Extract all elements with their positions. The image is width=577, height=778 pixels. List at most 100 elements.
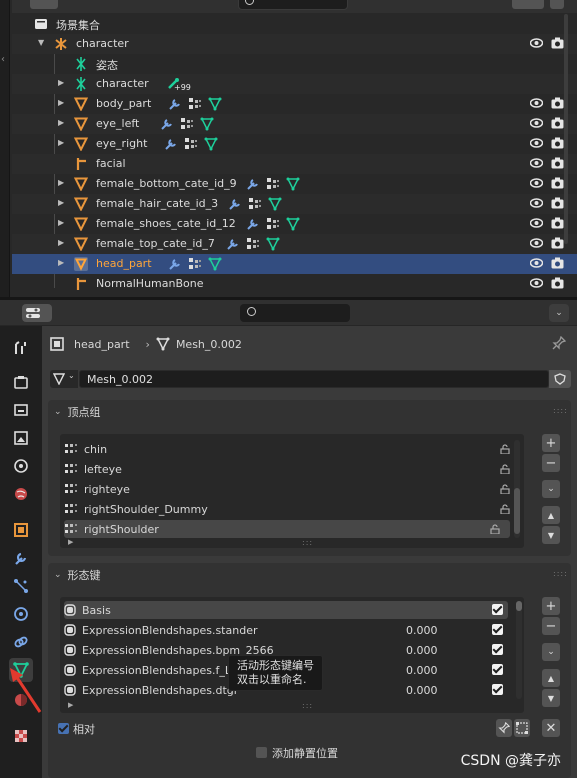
move-up-button[interactable]: ▲ <box>542 506 560 524</box>
add-shape-key-button[interactable]: + <box>542 597 560 615</box>
outliner-row-pose[interactable]: 姿态 <box>12 54 577 74</box>
expand-right-icon[interactable]: ▶ <box>58 78 64 87</box>
move-down-button[interactable]: ▼ <box>542 526 560 544</box>
list-item-selected[interactable]: Basis <box>64 601 508 619</box>
display-mode-button[interactable] <box>30 0 58 9</box>
tab-render[interactable] <box>9 370 33 394</box>
mesh-browse-button[interactable]: ⌄ <box>50 370 78 388</box>
camera-icon[interactable] <box>551 217 564 229</box>
camera-icon[interactable] <box>551 257 564 269</box>
eye-icon[interactable] <box>530 158 543 168</box>
eye-icon[interactable] <box>530 38 543 48</box>
expand-right-icon[interactable]: ▶ <box>58 238 64 247</box>
wrench-icon[interactable] <box>226 237 240 251</box>
wrench-icon[interactable] <box>160 117 174 131</box>
wrench-icon[interactable] <box>164 137 178 151</box>
outliner-row-eye-right[interactable]: ▶ eye_right <box>12 134 577 154</box>
eye-icon[interactable] <box>530 138 543 148</box>
expand-right-icon[interactable]: ▶ <box>58 218 64 227</box>
resize-handle-icon[interactable]: ::: <box>302 538 313 547</box>
expand-down-icon[interactable]: ▼ <box>38 38 44 47</box>
wrench-icon[interactable] <box>246 177 260 191</box>
expand-filter-icon[interactable]: ▶ <box>68 538 73 546</box>
unlock-icon[interactable] <box>500 444 510 454</box>
shape-key-specials-button[interactable]: ⌄ <box>542 643 560 661</box>
tab-scene[interactable] <box>9 454 33 478</box>
outliner-search-input[interactable] <box>238 0 348 10</box>
tab-view-layer[interactable] <box>9 426 33 450</box>
unlock-icon[interactable] <box>500 464 510 474</box>
relative-checkbox[interactable] <box>58 723 69 734</box>
expand-right-icon[interactable]: ▶ <box>58 198 64 207</box>
options-dropdown[interactable]: ⌄ <box>549 304 569 322</box>
resize-handle-icon[interactable]: ::: <box>302 701 313 710</box>
edit-mode-shape-button[interactable] <box>514 719 530 737</box>
outliner-row-female-shoes[interactable]: ▶ female_shoes_cate_id_12 <box>12 214 577 234</box>
tab-output[interactable] <box>9 398 33 422</box>
shape-key-mute-checkbox[interactable] <box>492 604 503 615</box>
camera-icon[interactable] <box>551 97 564 109</box>
list-item[interactable]: lefteye <box>64 460 520 478</box>
wrench-icon[interactable] <box>228 197 242 211</box>
outliner-row-facial[interactable]: facial <box>12 154 577 174</box>
wrench-icon[interactable] <box>246 217 260 231</box>
tab-particles[interactable] <box>9 574 33 598</box>
eye-icon[interactable] <box>530 258 543 268</box>
outliner-row-eye-left[interactable]: ▶ eye_left <box>12 114 577 134</box>
list-item[interactable]: chin <box>64 440 520 458</box>
expand-right-icon[interactable]: ▶ <box>58 138 64 147</box>
list-item[interactable]: rightShoulder_Dummy <box>64 500 520 518</box>
unlock-icon[interactable] <box>490 524 500 534</box>
expand-right-icon[interactable]: ▶ <box>58 98 64 107</box>
pin-shape-key-button[interactable] <box>496 719 512 737</box>
tab-texture[interactable] <box>9 724 33 748</box>
camera-icon[interactable] <box>551 117 564 129</box>
move-down-button[interactable]: ▼ <box>542 689 560 707</box>
add-vertex-group-button[interactable]: + <box>542 434 560 452</box>
eye-icon[interactable] <box>530 278 543 288</box>
unlock-icon[interactable] <box>500 484 510 494</box>
eye-icon[interactable] <box>530 178 543 188</box>
shape-key-mute-checkbox[interactable] <box>492 684 503 695</box>
camera-icon[interactable] <box>551 137 564 149</box>
list-item[interactable]: ExpressionBlendshapes.stander 0.000 <box>64 621 508 639</box>
pin-icon[interactable] <box>552 336 566 350</box>
remove-shape-key-button[interactable]: − <box>542 617 560 635</box>
shape-key-mute-checkbox[interactable] <box>492 624 503 635</box>
tab-modifiers[interactable] <box>9 546 33 570</box>
fake-user-button[interactable] <box>549 370 571 388</box>
move-up-button[interactable]: ▲ <box>542 669 560 687</box>
camera-icon[interactable] <box>551 177 564 189</box>
camera-icon[interactable] <box>551 157 564 169</box>
tab-world[interactable] <box>9 482 33 506</box>
add-rest-position-checkbox[interactable] <box>256 747 267 758</box>
mesh-name-field[interactable]: Mesh_0.002 <box>79 370 549 388</box>
tab-physics[interactable] <box>9 602 33 626</box>
shape-key-value[interactable]: 0.000 <box>406 644 438 657</box>
remove-vertex-group-button[interactable]: − <box>542 454 560 472</box>
shape-keys-header[interactable]: ⌄ 形态键 <box>54 567 101 583</box>
outliner-row-body-part[interactable]: ▶ body_part <box>12 94 577 114</box>
scene-collection-row[interactable]: 场景集合 <box>12 14 577 34</box>
clear-shape-keys-button[interactable]: ✕ <box>542 719 560 737</box>
outliner-row-female-hair[interactable]: ▶ female_hair_cate_id_3 <box>12 194 577 214</box>
eye-icon[interactable] <box>530 198 543 208</box>
properties-search-input[interactable] <box>240 304 350 322</box>
new-collection-button[interactable] <box>550 0 564 9</box>
expand-right-icon[interactable]: ▶ <box>58 178 64 187</box>
expand-right-icon[interactable]: ▶ <box>58 118 64 127</box>
outliner-scrollbar[interactable] <box>564 14 568 244</box>
shape-key-mute-checkbox[interactable] <box>492 644 503 655</box>
camera-icon[interactable] <box>551 237 564 249</box>
tab-constraints[interactable] <box>9 630 33 654</box>
eye-icon[interactable] <box>530 218 543 228</box>
camera-icon[interactable] <box>551 197 564 209</box>
wrench-icon[interactable] <box>168 97 182 111</box>
collapse-chevron-icon[interactable]: ‹ <box>1 54 5 65</box>
camera-icon[interactable] <box>551 277 564 289</box>
shape-key-value[interactable]: 0.000 <box>406 684 438 697</box>
outliner-row-armature-data[interactable]: ▶ character +99 <box>12 74 577 94</box>
shape-key-value[interactable]: 0.000 <box>406 664 438 677</box>
shape-keys-scroll-track[interactable] <box>516 601 522 699</box>
filter-button[interactable] <box>512 0 544 9</box>
